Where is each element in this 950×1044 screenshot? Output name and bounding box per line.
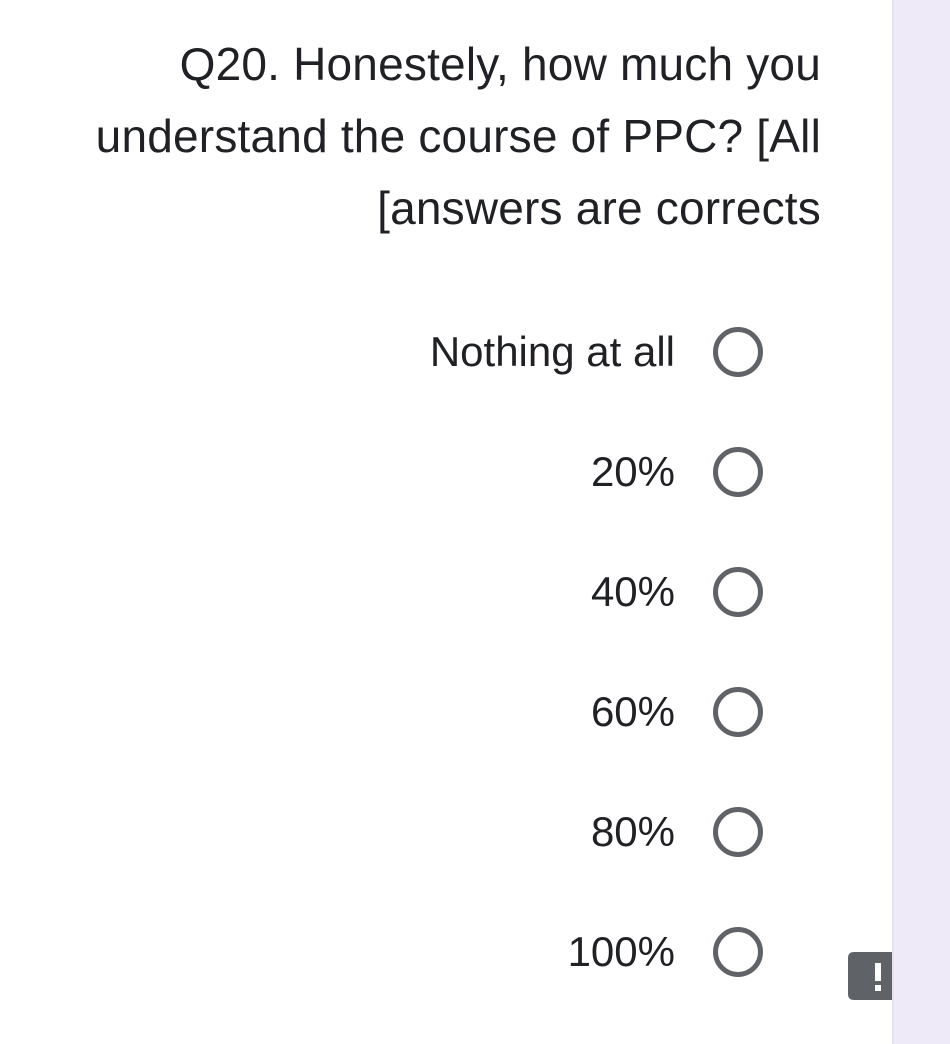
option-label: 40% xyxy=(590,568,675,615)
radio-unchecked-icon[interactable] xyxy=(713,327,763,377)
question-title: Q20. Honestely, how much you understand … xyxy=(95,38,821,234)
radio-unchecked-icon[interactable] xyxy=(713,687,763,737)
option-label: 20% xyxy=(590,448,675,495)
option-40-percent[interactable]: 40% xyxy=(3,560,763,624)
form-page: Q20. Honestely, how much you understand … xyxy=(0,0,950,1044)
option-20-percent[interactable]: 20% xyxy=(3,440,763,504)
radio-unchecked-icon[interactable] xyxy=(713,567,763,617)
question-card: Q20. Honestely, how much you understand … xyxy=(0,0,908,1044)
option-nothing-at-all[interactable]: Nothing at all xyxy=(3,320,763,384)
side-panel xyxy=(892,0,950,1044)
option-label: 80% xyxy=(590,808,675,855)
radio-options: Nothing at all 20% 40% 60% 80% 100% xyxy=(3,320,763,1040)
option-80-percent[interactable]: 80% xyxy=(3,800,763,864)
option-label: 60% xyxy=(590,688,675,735)
option-label: Nothing at all xyxy=(429,328,675,375)
option-100-percent[interactable]: 100% xyxy=(3,920,763,984)
option-label: 100% xyxy=(567,928,675,975)
radio-unchecked-icon[interactable] xyxy=(713,447,763,497)
radio-unchecked-icon[interactable] xyxy=(713,807,763,857)
radio-unchecked-icon[interactable] xyxy=(713,927,763,977)
option-60-percent[interactable]: 60% xyxy=(3,680,763,744)
